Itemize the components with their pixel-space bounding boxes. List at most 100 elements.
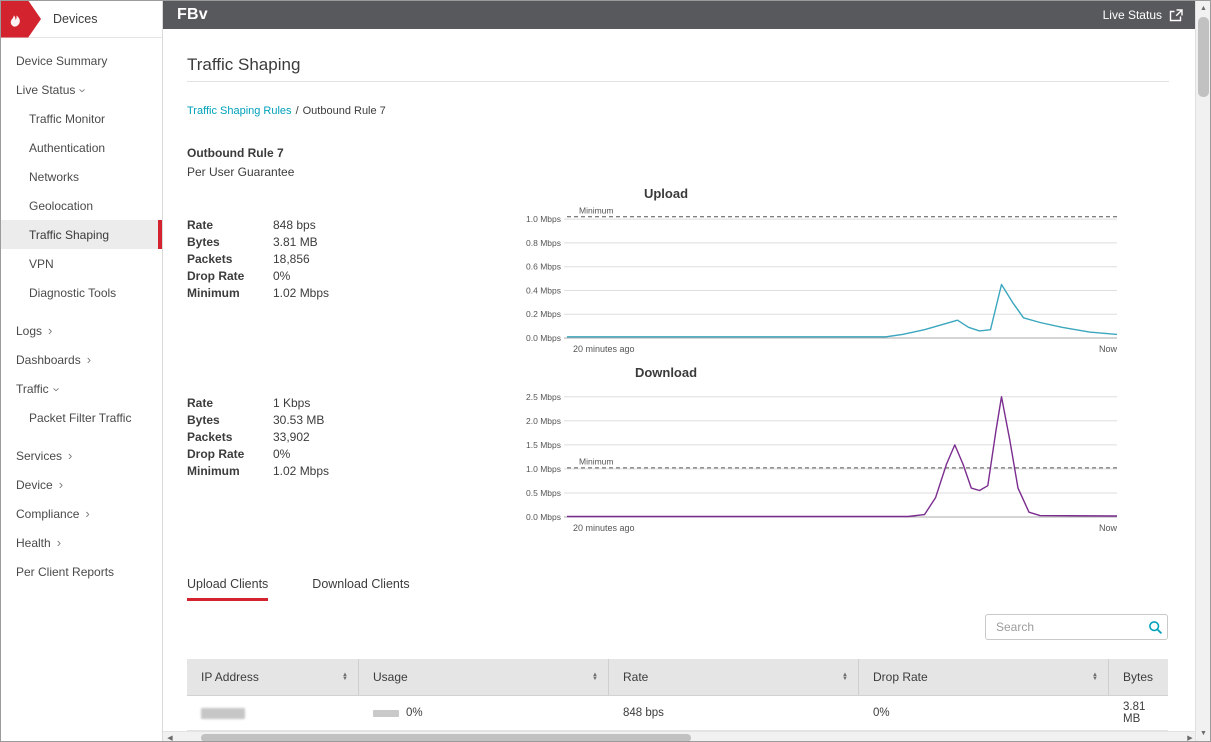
tab-download-clients[interactable]: Download Clients <box>312 577 409 601</box>
column-header-rate[interactable]: Rate▲▼ <box>609 659 859 695</box>
drop-rate-cell: 0% <box>859 696 1109 730</box>
sidebar-item-networks[interactable]: Networks <box>1 162 162 191</box>
breadcrumb-link[interactable]: Traffic Shaping Rules <box>187 105 292 117</box>
title-divider <box>187 81 1169 82</box>
search-icon[interactable] <box>1143 620 1167 635</box>
scroll-up-arrow-icon[interactable]: ▲ <box>1196 1 1211 16</box>
sidebar-item-vpn[interactable]: VPN <box>1 249 162 278</box>
stat-value: 1.02 Mbps <box>273 464 329 478</box>
sidebar-item-logs[interactable]: Logs› <box>1 316 162 345</box>
tab-upload-clients[interactable]: Upload Clients <box>187 577 268 601</box>
top-header: FBv Live Status <box>163 1 1197 29</box>
sidebar-item-live-status[interactable]: Live Status› <box>1 75 162 104</box>
scroll-down-arrow-icon[interactable]: ▼ <box>1196 726 1211 741</box>
sort-icon: ▲▼ <box>1092 673 1098 682</box>
column-header-usage[interactable]: Usage▲▼ <box>359 659 609 695</box>
upload-chart-plot: 0.0 Mbps0.2 Mbps0.4 Mbps0.6 Mbps0.8 Mbps… <box>519 204 769 361</box>
redacted-ip <box>201 708 245 719</box>
download-stats: Rate1 KbpsBytes30.53 MBPackets33,902Drop… <box>187 394 329 479</box>
stat-label: Packets <box>187 430 273 444</box>
vertical-scrollbar-thumb[interactable] <box>1198 17 1209 97</box>
usage-bar <box>373 710 399 717</box>
column-header-drop-rate[interactable]: Drop Rate▲▼ <box>859 659 1109 695</box>
svg-text:0.6 Mbps: 0.6 Mbps <box>526 262 561 272</box>
horizontal-scrollbar: ◀ ▶ <box>163 731 1197 742</box>
device-title: FBv <box>177 6 208 24</box>
live-status-link[interactable]: Live Status <box>1103 8 1183 22</box>
stat-row-minimum: Minimum1.02 Mbps <box>187 462 329 479</box>
sidebar-item-compliance[interactable]: Compliance› <box>1 499 162 528</box>
chevron-right-icon: › <box>57 536 61 549</box>
svg-text:1.0 Mbps: 1.0 Mbps <box>526 464 561 474</box>
sidebar-nav: Device Summary Live Status›Traffic Monito… <box>1 38 162 586</box>
search-box <box>985 614 1168 640</box>
stat-row-rate: Rate1 Kbps <box>187 394 329 411</box>
column-header-label: IP Address <box>201 670 259 684</box>
sidebar-item-label: Networks <box>29 170 79 184</box>
sidebar-item-label: Device Summary <box>16 54 107 68</box>
svg-text:Minimum: Minimum <box>579 205 613 215</box>
stat-label: Bytes <box>187 235 273 249</box>
rule-name: Outbound Rule 7 <box>187 146 294 160</box>
sidebar-item-label: Dashboards <box>16 353 81 367</box>
svg-text:0.0 Mbps: 0.0 Mbps <box>526 512 561 522</box>
svg-text:Minimum: Minimum <box>579 456 613 466</box>
scroll-left-arrow-icon[interactable]: ◀ <box>163 732 177 742</box>
chart-svg: 0.0 Mbps0.5 Mbps1.0 Mbps1.5 Mbps2.0 Mbps… <box>519 383 1125 535</box>
column-header-label: Usage <box>373 670 408 684</box>
sidebar-item-label: Per Client Reports <box>16 565 114 579</box>
sidebar-item-label: Packet Filter Traffic <box>29 411 131 425</box>
sidebar-item-traffic-shaping[interactable]: Traffic Shaping <box>1 220 162 249</box>
sidebar-item-label: Geolocation <box>29 199 93 213</box>
sidebar-item-health[interactable]: Health› <box>1 528 162 557</box>
sidebar-item-geolocation[interactable]: Geolocation <box>1 191 162 220</box>
svg-text:Now: Now <box>1099 523 1118 533</box>
sidebar-item-diagnostic-tools[interactable]: Diagnostic Tools <box>1 278 162 307</box>
sidebar-item-services[interactable]: Services› <box>1 441 162 470</box>
search-input[interactable] <box>986 620 1143 634</box>
chevron-right-icon: › <box>87 353 91 366</box>
chevron-right-icon: › <box>48 324 52 337</box>
stat-label: Drop Rate <box>187 447 273 461</box>
download-chart-title: Download <box>519 365 769 383</box>
chevron-right-icon: › <box>85 507 89 520</box>
sidebar-item-dashboards[interactable]: Dashboards › <box>1 345 162 374</box>
rule-header: Outbound Rule 7 Per User Guarantee <box>187 146 294 179</box>
chevron-right-icon: › <box>68 449 72 462</box>
usage-cell: 0% <box>359 696 609 730</box>
main-content: Traffic Shaping Traffic Shaping Rules/Ou… <box>163 29 1197 742</box>
column-header-bytes[interactable]: Bytes <box>1109 659 1168 695</box>
upload-chart-title: Upload <box>519 186 769 204</box>
sidebar-item-traffic-monitor[interactable]: Traffic Monitor <box>1 104 162 133</box>
sidebar-item-label: Traffic Shaping <box>29 228 109 242</box>
stat-row-drop-rate: Drop Rate0% <box>187 267 329 284</box>
stat-row-packets: Packets33,902 <box>187 428 329 445</box>
vertical-scrollbar: ▲ ▼ <box>1195 1 1210 741</box>
app-window: Devices Device SummaryLive Status›Traffi… <box>0 0 1211 742</box>
rule-subtitle: Per User Guarantee <box>187 165 294 179</box>
column-header-ip-address[interactable]: IP Address▲▼ <box>187 659 359 695</box>
upload-stats: Rate848 bpsBytes3.81 MBPackets18,856Drop… <box>187 216 329 301</box>
svg-text:20 minutes ago: 20 minutes ago <box>573 523 635 533</box>
column-header-label: Bytes <box>1123 670 1153 684</box>
horizontal-scrollbar-thumb[interactable] <box>201 734 691 742</box>
sidebar-item-packet-filter-traffic[interactable]: Packet Filter Traffic <box>1 403 162 432</box>
sidebar: Devices Device SummaryLive Status›Traffi… <box>1 1 163 741</box>
sidebar-item-device-summary[interactable]: Device Summary <box>1 46 162 75</box>
sidebar-item-traffic[interactable]: Traffic› <box>1 374 162 403</box>
stat-value: 18,856 <box>273 252 310 266</box>
sidebar-item-label: Authentication <box>29 141 105 155</box>
live-status-label: Live Status <box>1103 8 1162 22</box>
svg-text:Now: Now <box>1099 344 1118 354</box>
stat-value: 848 bps <box>273 218 316 232</box>
sidebar-item-authentication[interactable]: Authentication <box>1 133 162 162</box>
sidebar-item-per-client-reports[interactable]: Per Client Reports <box>1 557 162 586</box>
svg-text:2.0 Mbps: 2.0 Mbps <box>526 416 561 426</box>
sidebar-item-device[interactable]: Device› <box>1 470 162 499</box>
stat-value: 1.02 Mbps <box>273 286 329 300</box>
flame-glyph <box>5 7 27 31</box>
stat-label: Bytes <box>187 413 273 427</box>
stat-label: Rate <box>187 396 273 410</box>
stat-value: 3.81 MB <box>273 235 318 249</box>
svg-text:0.2 Mbps: 0.2 Mbps <box>526 309 561 319</box>
